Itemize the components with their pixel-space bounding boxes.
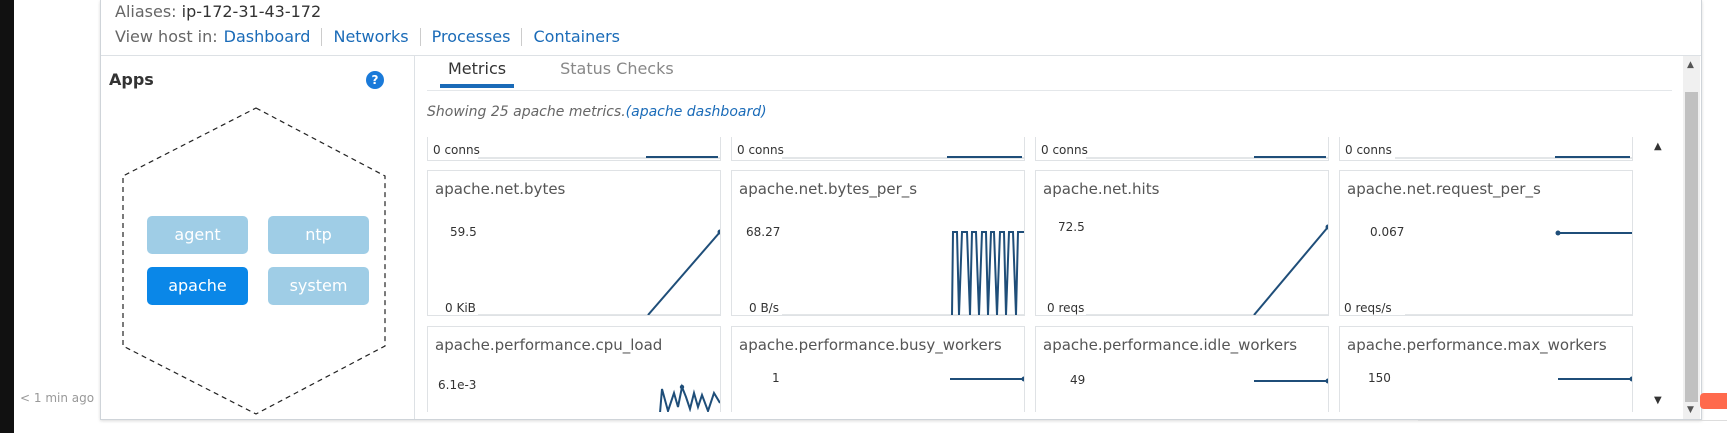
- sparkline: [950, 376, 1024, 382]
- sparkline: [782, 231, 1024, 315]
- link-separator: [419, 27, 421, 46]
- link-containers[interactable]: Containers: [533, 27, 620, 46]
- metric-tile-partial[interactable]: 0 conns: [731, 137, 1025, 161]
- scrollbar-thumb[interactable]: [1685, 92, 1698, 402]
- background-panel-edge: [1418, 420, 1727, 421]
- metric-tile[interactable]: apache.net.request_per_s 0.067 0 reqs/s: [1339, 170, 1633, 316]
- metric-tile[interactable]: apache.performance.max_workers 150: [1339, 326, 1633, 412]
- sparkline: [1558, 376, 1632, 382]
- apache-dashboard-link[interactable]: (apache dashboard): [626, 104, 767, 120]
- sparkline: [782, 156, 1024, 159]
- background-alert-badge: [1700, 393, 1727, 409]
- sparkline: [478, 229, 720, 315]
- metric-tile-partial[interactable]: 0 conns: [427, 137, 721, 161]
- sparkline: [1405, 230, 1632, 315]
- metric-tile[interactable]: apache.performance.busy_workers 1: [731, 326, 1025, 412]
- link-processes[interactable]: Processes: [432, 27, 511, 46]
- metric-tile[interactable]: apache.net.bytes_per_s 68.27 0 B/s: [731, 170, 1025, 316]
- aliases-label: Aliases:: [115, 2, 177, 21]
- metrics-summary: Showing 25 apache metrics.(apache dashbo…: [427, 104, 767, 120]
- metric-tile-partial[interactable]: 0 conns: [1035, 137, 1329, 161]
- aliases-value: ip-172-31-43-172: [181, 2, 322, 21]
- question-circle-icon[interactable]: ?: [366, 71, 384, 89]
- metrics-scrollbar[interactable]: ▲ ▼: [1650, 137, 1667, 411]
- view-host-in: View host in: Dashboard Networks Process…: [115, 27, 620, 46]
- scroll-up-icon[interactable]: ▲: [1687, 60, 1694, 70]
- sparkline: [1086, 156, 1328, 159]
- tabs-rule: [427, 90, 1672, 91]
- host-aliases: Aliases: ip-172-31-43-172: [115, 2, 321, 21]
- app-agent-button[interactable]: agent: [147, 216, 248, 254]
- window-edge: [0, 0, 14, 433]
- app-ntp-button[interactable]: ntp: [268, 216, 369, 254]
- sparkline: [1254, 378, 1328, 384]
- metric-tile[interactable]: apache.performance.idle_workers 49: [1035, 326, 1329, 412]
- metric-tile-partial[interactable]: 0 conns: [1339, 137, 1633, 161]
- panel-scrollbar[interactable]: ▲ ▼: [1683, 56, 1700, 419]
- link-separator: [321, 27, 323, 46]
- left-gutter: [14, 0, 100, 433]
- link-separator: [521, 27, 523, 46]
- apps-hexagon: [122, 107, 386, 415]
- sparkline: [659, 383, 720, 412]
- sparkline: [1086, 224, 1328, 315]
- link-networks[interactable]: Networks: [333, 27, 408, 46]
- sparkline: [1395, 156, 1632, 159]
- last-updated-timestamp: < 1 min ago: [20, 391, 95, 405]
- apps-panel: Apps ? agent ntp apache system: [101, 56, 415, 419]
- link-dashboard[interactable]: Dashboard: [224, 27, 311, 46]
- tab-status-checks[interactable]: Status Checks: [552, 58, 682, 88]
- scroll-down-icon[interactable]: ▼: [1687, 405, 1694, 415]
- metric-tile[interactable]: apache.performance.cpu_load 6.1e-3: [427, 326, 721, 412]
- apps-title: Apps: [109, 70, 154, 89]
- view-host-label: View host in:: [115, 27, 218, 46]
- tab-metrics[interactable]: Metrics: [440, 58, 515, 88]
- metrics-tabs: Metrics Status Checks: [440, 58, 720, 88]
- scroll-up-icon[interactable]: ▲: [1654, 141, 1662, 152]
- app-apache-button[interactable]: apache: [147, 267, 248, 305]
- scroll-down-icon[interactable]: ▼: [1654, 395, 1662, 406]
- sparkline: [478, 156, 720, 159]
- metric-tile[interactable]: apache.net.bytes 59.5 0 KiB: [427, 170, 721, 316]
- metrics-count-text: Showing 25 apache metrics.: [427, 104, 626, 120]
- app-system-button[interactable]: system: [268, 267, 369, 305]
- metric-tile[interactable]: apache.net.hits 72.5 0 reqs: [1035, 170, 1329, 316]
